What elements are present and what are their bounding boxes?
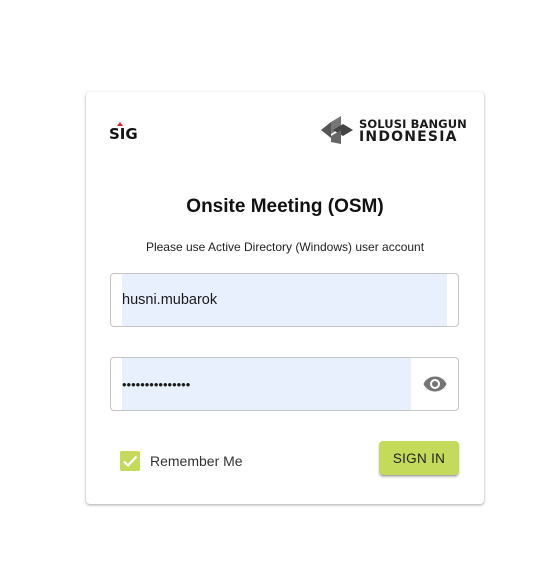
eye-icon[interactable] <box>423 375 447 393</box>
sbi-logo-mark <box>321 116 353 144</box>
password-field[interactable] <box>110 357 459 411</box>
login-card: SIG SOLUSI BANGUN INDONESIA Onsite Meeti… <box>86 92 484 504</box>
checkmark-icon <box>123 455 138 468</box>
username-field[interactable] <box>110 273 459 327</box>
remember-me-label: Remember Me <box>150 453 243 469</box>
remember-me-toggle[interactable]: Remember Me <box>120 451 243 471</box>
username-input[interactable] <box>122 274 442 326</box>
sig-logo-text: SIG <box>109 125 138 143</box>
password-input[interactable] <box>122 358 402 410</box>
solusi-bangun-indonesia-logo: SOLUSI BANGUN INDONESIA <box>319 114 467 146</box>
login-instructions: Please use Active Directory (Windows) us… <box>145 240 425 254</box>
sig-logo: SIG <box>109 122 147 144</box>
sign-in-button[interactable]: SIGN IN <box>379 441 459 475</box>
remember-me-checkbox[interactable] <box>120 451 140 471</box>
page-title: Onsite Meeting (OSM) <box>186 196 384 217</box>
brand-name-line2: INDONESIA <box>359 129 458 145</box>
